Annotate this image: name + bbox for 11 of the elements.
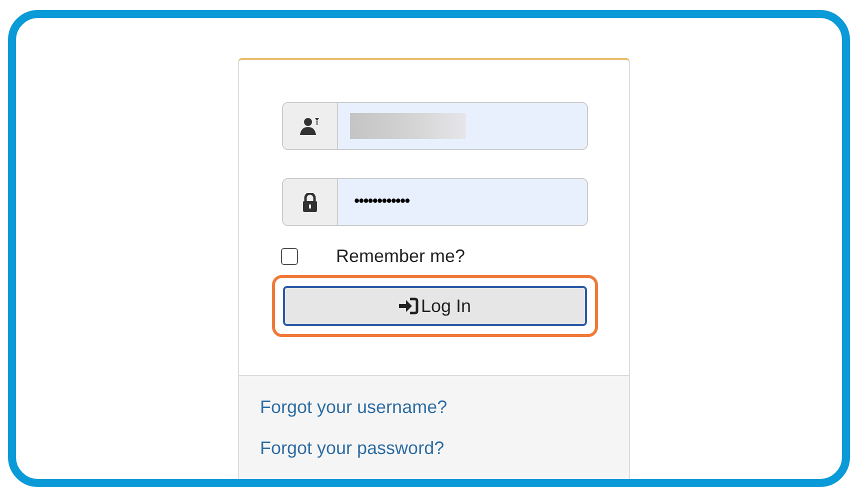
lock-icon bbox=[302, 192, 318, 212]
password-value: •••••••••••• bbox=[354, 192, 410, 212]
user-icon bbox=[300, 117, 320, 135]
remember-me-label: Remember me? bbox=[336, 244, 466, 268]
log-in-button[interactable]: Log In bbox=[283, 286, 587, 326]
sign-in-icon bbox=[398, 297, 419, 315]
remember-checkbox[interactable] bbox=[281, 248, 298, 264]
link[interactable]: Forgot your username? bbox=[260, 394, 448, 421]
username-field[interactable] bbox=[282, 102, 588, 150]
password-field[interactable]: •••••••••••• bbox=[282, 178, 588, 226]
link[interactable]: Forgot your password? bbox=[260, 435, 444, 462]
